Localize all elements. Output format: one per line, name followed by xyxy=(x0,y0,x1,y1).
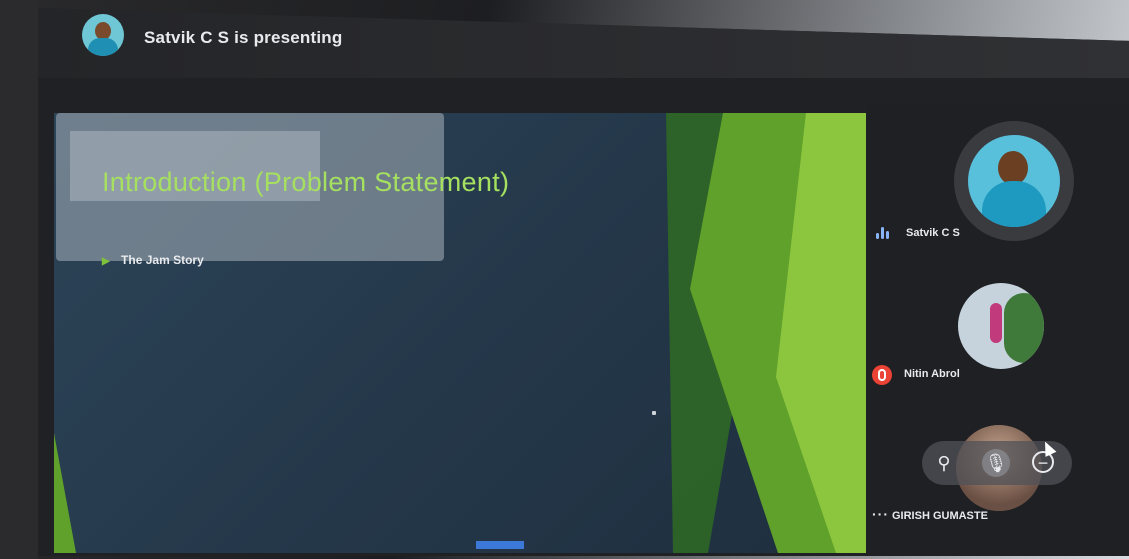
mic-off-icon xyxy=(872,365,892,385)
more-options-icon[interactable]: ··· xyxy=(872,506,889,522)
participant-name: Satvik C S xyxy=(906,227,960,239)
monitor-bezel xyxy=(0,0,38,559)
slide-progress-indicator xyxy=(476,541,524,549)
participant-panel: Satvik C S Nitin Abrol ⚲ 🎙 − ··· GIRISH … xyxy=(866,103,1129,556)
participant-avatar[interactable] xyxy=(958,283,1044,369)
slide-title: Introduction (Problem Statement) xyxy=(102,167,510,197)
participant-name: GIRISH GUMASTE xyxy=(892,510,988,522)
shared-slide: Introduction (Problem Statement) ▶ The J… xyxy=(54,113,866,553)
presenting-label: Satvik C S is presenting xyxy=(144,28,343,47)
meeting-screen: Satvik C S is presenting Introduction (P… xyxy=(38,8,1129,556)
slide-bullet: ▶ The Jam Story xyxy=(102,253,204,267)
mic-icon[interactable]: 🎙 xyxy=(982,449,1010,477)
participant-name: Nitin Abrol xyxy=(904,368,960,380)
participant-avatar[interactable] xyxy=(954,121,1074,241)
pin-icon[interactable]: ⚲ xyxy=(930,449,958,477)
slide-bullet-text: The Jam Story xyxy=(121,253,204,267)
mouse-cursor xyxy=(652,411,656,415)
avatar-shirt xyxy=(88,38,118,56)
presenter-avatar[interactable] xyxy=(82,14,124,56)
bullet-arrow-icon: ▶ xyxy=(102,256,110,267)
speaking-indicator-icon xyxy=(876,227,894,239)
